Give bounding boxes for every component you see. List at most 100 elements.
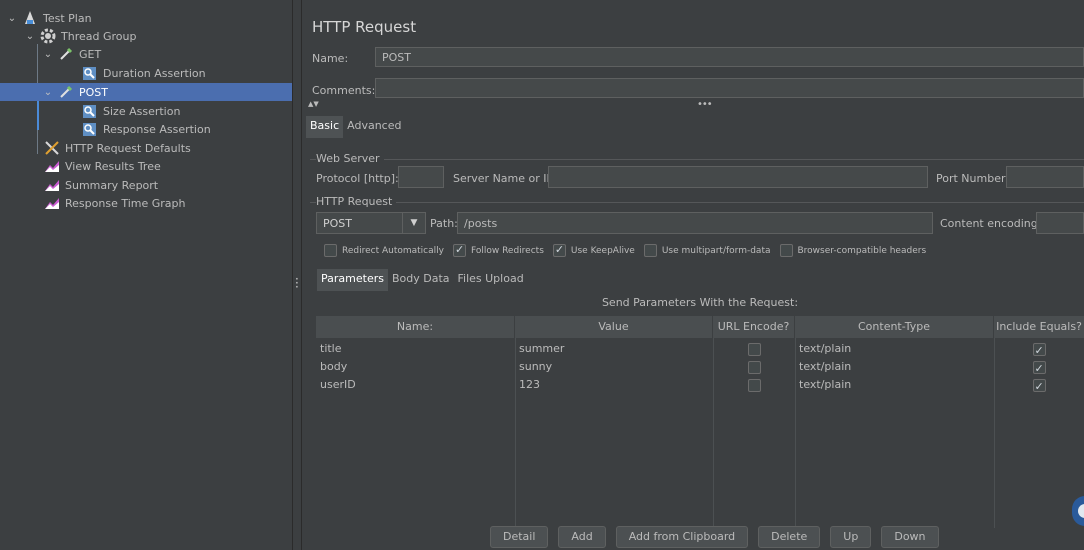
table-body: title summer text/plain body sunny text/…: [316, 338, 1084, 528]
tree-item-summary-report[interactable]: Summary Report: [0, 176, 292, 194]
tab-basic[interactable]: Basic: [306, 116, 344, 138]
option-use-keepalive[interactable]: Use KeepAlive: [552, 243, 635, 257]
server-name-field[interactable]: [548, 166, 928, 188]
path-field[interactable]: [457, 212, 933, 234]
parameter-tabs: Parameters Body Data Files Upload: [317, 269, 528, 291]
tree-item-test-plan[interactable]: ⌄ Test Plan: [0, 9, 292, 27]
option-use-multipart[interactable]: Use multipart/form-data: [643, 244, 771, 257]
down-button[interactable]: Down: [881, 526, 939, 548]
table-caption: Send Parameters With the Request:: [601, 296, 799, 309]
cell-url-encode[interactable]: [713, 376, 795, 394]
option-label: Redirect Automatically: [342, 245, 444, 256]
option-label: Follow Redirects: [470, 245, 544, 256]
option-redirect-automatically[interactable]: Redirect Automatically: [324, 244, 444, 257]
cell-name[interactable]: userID: [316, 376, 515, 394]
parameters-table: Send Parameters With the Request: Name: …: [316, 296, 1084, 528]
cell-url-encode[interactable]: [713, 358, 795, 376]
column-header-url-encode[interactable]: URL Encode?: [713, 316, 795, 338]
cell-url-encode[interactable]: [713, 340, 795, 358]
checkbox[interactable]: [747, 342, 761, 356]
column-header-value[interactable]: Value: [515, 316, 713, 338]
tree-item-thread-group[interactable]: ⌄ Thread Group: [0, 27, 292, 45]
column-header-content-type[interactable]: Content-Type: [795, 316, 994, 338]
pane-splitter[interactable]: · · ·: [293, 0, 302, 550]
table-row[interactable]: body sunny text/plain: [316, 358, 1084, 376]
add-button[interactable]: Add: [558, 526, 606, 548]
tree-item-label: Response Assertion: [103, 122, 211, 136]
cell-content-type[interactable]: text/plain: [795, 376, 994, 394]
table-row[interactable]: title summer text/plain: [316, 340, 1084, 358]
cell-include-equals[interactable]: [994, 376, 1084, 394]
content-encoding-label: Content encoding:: [940, 217, 1042, 230]
tab-advanced[interactable]: Advanced: [343, 116, 405, 138]
checkbox[interactable]: [1032, 378, 1046, 394]
checkbox[interactable]: [452, 243, 466, 257]
tab-body-data[interactable]: Body Data: [388, 269, 454, 291]
tree-item-http-request-defaults[interactable]: HTTP Request Defaults: [0, 139, 292, 157]
cell-name[interactable]: title: [316, 340, 515, 358]
chart-icon: [44, 196, 60, 210]
option-follow-redirects[interactable]: Follow Redirects: [452, 243, 544, 257]
tree-item-response-time-graph[interactable]: Response Time Graph: [0, 194, 292, 212]
tree-item-get[interactable]: ⌄ GET: [0, 45, 292, 63]
tools-icon: [44, 141, 60, 155]
checkbox[interactable]: [779, 244, 793, 257]
checkbox[interactable]: [1032, 342, 1046, 358]
detail-button[interactable]: Detail: [490, 526, 549, 548]
cell-value[interactable]: 123: [515, 376, 713, 394]
web-server-group-border: [310, 159, 1084, 160]
splitter-grip-icon[interactable]: · · ·: [295, 273, 299, 293]
up-button[interactable]: Up: [830, 526, 872, 548]
column-header-name[interactable]: Name:: [316, 316, 515, 338]
column-header-include-equals[interactable]: Include Equals?: [994, 316, 1084, 338]
checkbox[interactable]: [324, 244, 337, 257]
protocol-field[interactable]: [398, 166, 444, 188]
tab-files-upload[interactable]: Files Upload: [454, 269, 528, 291]
chevron-down-icon[interactable]: ⌄: [42, 49, 54, 60]
checkbox[interactable]: [1032, 360, 1046, 376]
tree-item-duration-assertion[interactable]: Duration Assertion: [0, 64, 292, 82]
delete-button[interactable]: Delete: [758, 526, 821, 548]
checkbox[interactable]: [747, 360, 761, 374]
collapse-bar[interactable]: ▲▼ •••: [302, 99, 1084, 111]
jmeter-window: ⌄ Test Plan ⌄ Thread Group ⌄ GET Duratio…: [0, 0, 1084, 550]
cell-content-type[interactable]: text/plain: [795, 340, 994, 358]
option-browser-compatible-headers[interactable]: Browser-compatible headers: [779, 244, 926, 257]
method-select[interactable]: POST ▼: [316, 212, 426, 234]
chevron-down-icon[interactable]: ⌄: [42, 87, 54, 98]
cell-value[interactable]: summer: [515, 340, 713, 358]
table-row[interactable]: userID 123 text/plain: [316, 376, 1084, 394]
port-number-field[interactable]: [1006, 166, 1084, 188]
cell-name[interactable]: body: [316, 358, 515, 376]
tree-item-response-assertion[interactable]: Response Assertion: [0, 120, 292, 138]
tab-parameters[interactable]: Parameters: [317, 269, 388, 291]
http-request-panel: HTTP Request Name: Comments: ▲▼ ••• Basi…: [302, 0, 1084, 550]
cell-content-type[interactable]: text/plain: [795, 358, 994, 376]
collapse-arrows-icon[interactable]: ▲▼: [308, 100, 319, 108]
tree-item-label: HTTP Request Defaults: [65, 141, 191, 155]
chart-icon: [44, 159, 60, 173]
chevron-down-icon[interactable]: ▼: [402, 213, 425, 233]
tree-item-label: Response Time Graph: [65, 196, 186, 210]
tree-item-size-assertion[interactable]: Size Assertion: [0, 102, 292, 120]
table-buttons: Detail Add Add from Clipboard Delete Up …: [490, 526, 949, 548]
checkbox[interactable]: [747, 378, 761, 392]
http-request-group-label: HTTP Request: [316, 195, 397, 208]
cell-include-equals[interactable]: [994, 358, 1084, 376]
tree-item-label: Summary Report: [65, 178, 159, 192]
checkbox[interactable]: [552, 243, 566, 257]
cell-include-equals[interactable]: [994, 340, 1084, 358]
tree-item-view-results-tree[interactable]: View Results Tree: [0, 157, 292, 175]
name-field[interactable]: [375, 47, 1084, 67]
tree-item-post[interactable]: ⌄ POST: [0, 83, 292, 101]
tree-item-label: Size Assertion: [103, 104, 181, 118]
chevron-down-icon[interactable]: ⌄: [6, 13, 18, 24]
chevron-down-icon[interactable]: ⌄: [24, 31, 36, 42]
test-plan-icon: [22, 11, 38, 25]
comments-field[interactable]: [375, 78, 1084, 98]
drag-grip-icon[interactable]: •••: [697, 99, 713, 110]
cell-value[interactable]: sunny: [515, 358, 713, 376]
content-encoding-field[interactable]: [1036, 212, 1084, 234]
add-from-clipboard-button[interactable]: Add from Clipboard: [615, 526, 749, 548]
checkbox[interactable]: [643, 244, 657, 257]
